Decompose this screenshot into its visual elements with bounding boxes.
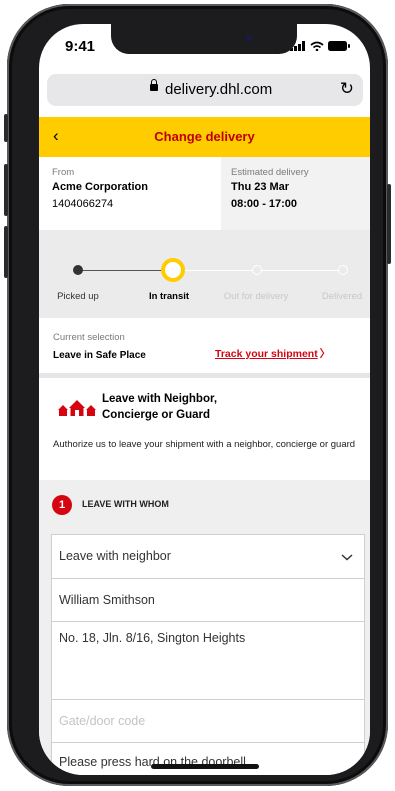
- notch: [111, 24, 297, 54]
- page-header: ‹ Change delivery: [39, 117, 370, 157]
- tracking-number: 1404066274: [52, 198, 114, 210]
- chevron-down-icon: [341, 554, 353, 561]
- address-field[interactable]: No. 18, Jln. 8/16, Sington Heights: [51, 621, 365, 700]
- wifi-icon: [310, 41, 324, 51]
- step-dot-in-transit: [161, 258, 185, 282]
- step-number-badge: 1: [52, 495, 72, 515]
- option-title-line1: Leave with Neighbor,: [102, 393, 218, 405]
- estimated-label: Estimated delivery: [231, 167, 309, 178]
- step-label-picked-up: Picked up: [57, 291, 99, 302]
- progress-line-done: [78, 270, 168, 271]
- current-selection-value: Leave in Safe Place: [53, 350, 146, 361]
- progress-line-pending: [180, 270, 345, 271]
- step-label-out-for-delivery: Out for delivery: [223, 291, 289, 302]
- name-field[interactable]: William Smithson: [51, 578, 365, 622]
- dropdown-value: Leave with neighbor: [59, 549, 171, 563]
- status-icons: [290, 41, 350, 51]
- section-title: LEAVE WITH WHOM: [82, 499, 169, 509]
- track-shipment-link[interactable]: Track your shipment 〉: [215, 346, 330, 361]
- from-card: From Acme Corporation 1404066274: [39, 157, 221, 230]
- lock-icon: [150, 79, 158, 91]
- home-indicator[interactable]: [151, 764, 259, 769]
- page-title: Change delivery: [154, 129, 255, 144]
- shipment-info: From Acme Corporation 1404066274 Estimat…: [39, 157, 370, 230]
- battery-icon: [328, 41, 350, 51]
- leave-with-neighbor-option: Leave with Neighbor, Concierge or Guard …: [39, 378, 370, 471]
- track-shipment-text: Track your shipment: [215, 348, 318, 360]
- current-selection-label: Current selection: [53, 332, 125, 343]
- url-text: delivery.dhl.com: [165, 81, 273, 98]
- camera: [245, 34, 253, 42]
- step-label-in-transit: In transit: [148, 291, 190, 302]
- sender-name: Acme Corporation: [52, 181, 148, 193]
- phone-frame: 9:41 delivery.dhl.com ↻ ‹ Change deliver…: [4, 4, 391, 786]
- reload-icon[interactable]: ↻: [340, 79, 354, 99]
- address-bar[interactable]: delivery.dhl.com ↻: [47, 74, 363, 106]
- option-title-line2: Concierge or Guard: [102, 409, 210, 421]
- estimated-time: 08:00 - 17:00: [231, 198, 298, 210]
- name-field-value: William Smithson: [59, 593, 155, 607]
- step-label-delivered: Delivered: [321, 291, 363, 302]
- leave-with-dropdown[interactable]: Leave with neighbor: [51, 534, 365, 579]
- chevron-right-icon: 〉: [319, 348, 331, 360]
- houses-icon: [58, 400, 96, 416]
- step-dot-picked-up: [73, 265, 83, 275]
- volume-up-button: [4, 164, 8, 216]
- power-button: [387, 184, 391, 264]
- current-selection: Current selection Leave in Safe Place Tr…: [39, 318, 370, 378]
- gate-code-field[interactable]: Gate/door code: [51, 699, 365, 743]
- leave-with-whom-section: 1 LEAVE WITH WHOM Leave with neighbor Wi…: [39, 480, 370, 775]
- address-field-value: No. 18, Jln. 8/16, Sington Heights: [59, 631, 246, 645]
- volume-down-button: [4, 226, 8, 278]
- instructions-field[interactable]: Please press hard on the doorbell: [51, 742, 365, 775]
- progress-tracker: Picked up In transit Out for delivery De…: [39, 230, 370, 318]
- status-time: 9:41: [65, 38, 96, 55]
- silent-switch: [4, 114, 8, 142]
- step-dot-delivered: [338, 265, 348, 275]
- step-dot-out-for-delivery: [252, 265, 262, 275]
- estimated-date: Thu 23 Mar: [231, 181, 290, 193]
- from-label: From: [52, 167, 75, 178]
- option-description: Authorize us to leave your shipment with…: [53, 439, 356, 450]
- screen: 9:41 delivery.dhl.com ↻ ‹ Change deliver…: [39, 24, 370, 775]
- gate-code-placeholder: Gate/door code: [59, 714, 146, 728]
